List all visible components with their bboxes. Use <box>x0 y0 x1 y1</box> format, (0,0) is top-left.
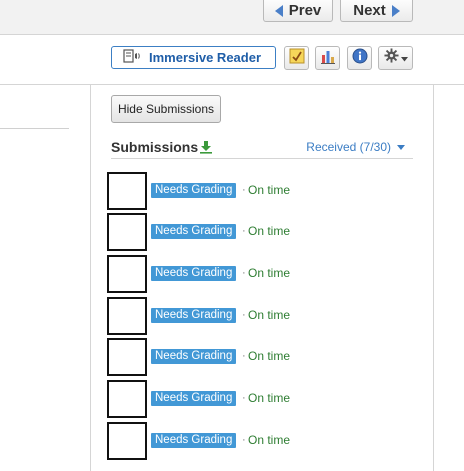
sidebar-border <box>433 85 434 471</box>
submission-row: Needs Grading · On time <box>107 172 407 212</box>
submission-row: Needs Grading · On time <box>107 380 407 420</box>
chevron-down-icon <box>400 49 408 67</box>
chevron-left-icon <box>274 4 283 17</box>
statistics-button[interactable] <box>315 46 340 70</box>
toolbar: Immersive Reader <box>0 35 464 85</box>
separator: · <box>242 309 246 321</box>
chevron-down-icon <box>397 144 405 150</box>
avatar[interactable] <box>107 255 147 293</box>
avatar[interactable] <box>107 172 147 210</box>
hide-submissions-label: Hide Submissions <box>117 102 215 116</box>
avatar[interactable] <box>107 338 147 376</box>
received-count: Received (7/30) <box>306 140 391 154</box>
download-icon[interactable] <box>199 140 213 154</box>
submission-row: Needs Grading · On time <box>107 338 407 378</box>
timing-status: On time <box>248 224 291 238</box>
timing-status: On time <box>248 183 291 197</box>
separator: · <box>242 392 246 404</box>
prev-label: Prev <box>288 2 322 19</box>
timing-status: On time <box>248 433 291 447</box>
next-label: Next <box>353 2 386 19</box>
immersive-reader-button[interactable]: Immersive Reader <box>111 46 276 69</box>
submission-row: Needs Grading · On time <box>107 255 407 295</box>
chevron-right-icon <box>391 4 400 17</box>
rubric-button[interactable] <box>284 46 309 70</box>
status-badge[interactable]: Needs Grading <box>151 308 237 323</box>
submissions-title: Submissions <box>111 139 199 155</box>
settings-menu-button[interactable] <box>378 46 413 70</box>
status-badge[interactable]: Needs Grading <box>151 433 237 448</box>
left-panel-divider <box>0 128 69 129</box>
status-badge[interactable]: Needs Grading <box>151 266 237 281</box>
separator: · <box>242 184 246 196</box>
bar-chart-icon <box>320 48 336 69</box>
separator: · <box>242 434 246 446</box>
timing-status: On time <box>248 308 291 322</box>
separator: · <box>242 267 246 279</box>
panel-divider <box>90 85 91 471</box>
submission-row: Needs Grading · On time <box>107 297 407 337</box>
received-filter-dropdown[interactable]: Received (7/30) <box>306 140 405 154</box>
avatar[interactable] <box>107 297 147 335</box>
speaker-book-icon <box>123 49 141 66</box>
submission-row: Needs Grading · On time <box>107 213 407 253</box>
top-navigation-bar: Prev Next <box>0 0 464 35</box>
avatar[interactable] <box>107 380 147 418</box>
hide-submissions-button[interactable]: Hide Submissions <box>111 95 221 123</box>
status-badge[interactable]: Needs Grading <box>151 224 237 239</box>
prev-button[interactable]: Prev <box>263 0 333 22</box>
timing-status: On time <box>248 266 291 280</box>
info-button[interactable] <box>347 46 372 70</box>
submissions-header: Submissions Received (7/30) <box>111 136 413 159</box>
status-badge[interactable]: Needs Grading <box>151 183 237 198</box>
avatar[interactable] <box>107 213 147 251</box>
info-icon <box>352 48 368 69</box>
timing-status: On time <box>248 349 291 363</box>
separator: · <box>242 350 246 362</box>
next-button[interactable]: Next <box>340 0 413 22</box>
submission-row: Needs Grading · On time <box>107 422 407 462</box>
gear-icon <box>383 48 399 68</box>
avatar[interactable] <box>107 422 147 460</box>
timing-status: On time <box>248 391 291 405</box>
status-badge[interactable]: Needs Grading <box>151 349 237 364</box>
separator: · <box>242 225 246 237</box>
rubric-icon <box>289 48 305 69</box>
status-badge[interactable]: Needs Grading <box>151 391 237 406</box>
immersive-reader-label: Immersive Reader <box>149 50 262 65</box>
